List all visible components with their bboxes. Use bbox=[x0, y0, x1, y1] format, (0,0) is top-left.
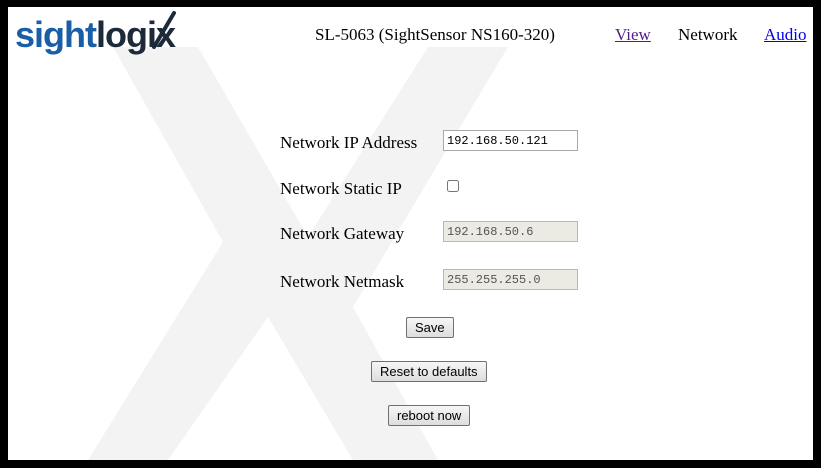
watermark-x-logo bbox=[88, 47, 508, 460]
logo-slash-icon bbox=[152, 11, 176, 49]
netmask-input[interactable] bbox=[443, 269, 578, 290]
nav-link-view[interactable]: View bbox=[615, 25, 651, 45]
nav-current-network: Network bbox=[678, 25, 738, 44]
static-ip-checkbox[interactable] bbox=[447, 180, 459, 192]
reboot-button[interactable]: reboot now bbox=[388, 405, 471, 426]
static-ip-label: Network Static IP bbox=[280, 179, 402, 198]
reset-defaults-button[interactable]: Reset to defaults bbox=[371, 361, 487, 382]
gateway-input[interactable] bbox=[443, 221, 578, 242]
save-button[interactable]: Save bbox=[406, 317, 454, 338]
gateway-label: Network Gateway bbox=[280, 224, 405, 243]
netmask-label: Network Netmask bbox=[280, 272, 405, 291]
page: sightlogix SL-5063 (SightSensor NS160-32… bbox=[8, 7, 813, 460]
nav-link-audio[interactable]: Audio bbox=[764, 25, 807, 45]
device-title: SL-5063 (SightSensor NS160-320) bbox=[315, 25, 555, 44]
ip-address-label: Network IP Address bbox=[280, 133, 418, 152]
ip-address-input[interactable] bbox=[443, 130, 578, 151]
